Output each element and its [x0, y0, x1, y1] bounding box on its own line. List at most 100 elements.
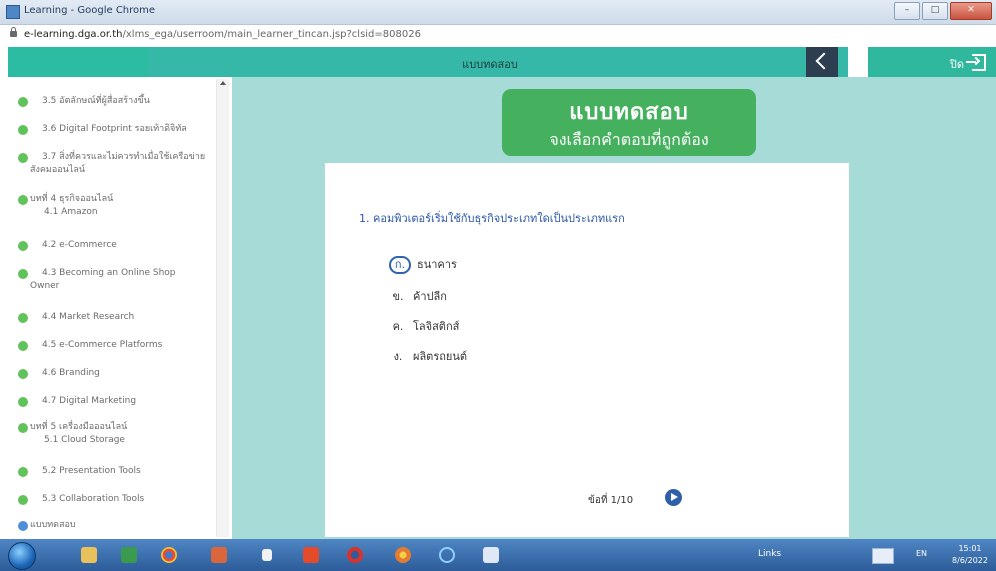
exit-icon	[966, 54, 986, 71]
option-letter: ง.	[393, 350, 403, 363]
office-icon	[303, 547, 319, 563]
window-titlebar: Learning - Google Chrome – □ ✕	[0, 0, 996, 25]
taskbar-explorer[interactable]	[76, 543, 102, 567]
minimize-button[interactable]: –	[894, 2, 920, 20]
chapter-title: บทที่ 4 ธุรกิจออนไลน์	[30, 194, 114, 204]
option-text: ธนาคาร	[417, 258, 457, 271]
close-window-button[interactable]: ✕	[950, 2, 992, 20]
sidebar-item-label: 4.4 Market Research	[42, 312, 135, 322]
internet-explorer-icon	[439, 547, 455, 563]
lesson-sidebar: 3.5 อัตลักษณ์ที่ผู้สื่อสร้างขึ้น 3.6 Dig…	[0, 77, 230, 539]
status-dot	[18, 195, 28, 205]
links-toolbar[interactable]: Links	[758, 549, 781, 559]
taskbar-office[interactable]	[298, 543, 324, 567]
taskbar: Links EN 15:01 8/6/2022	[0, 539, 996, 571]
chrome-app-icon	[6, 5, 20, 19]
header-title: แบบทดสอบ	[462, 58, 518, 71]
sidebar-item-label: 4.3 Becoming an Online Shop Owner	[30, 268, 176, 291]
back-button[interactable]	[806, 47, 838, 77]
clock-time: 15:01	[958, 544, 982, 553]
action-center-icon[interactable]	[872, 548, 894, 564]
answer-option-a[interactable]: ก. ธนาคาร	[389, 255, 457, 274]
option-text: ผลิตรถยนต์	[413, 350, 468, 363]
status-dot	[18, 241, 28, 251]
chrome-icon	[161, 547, 177, 563]
answer-option-c[interactable]: ค. โลจิสติกส์	[389, 317, 460, 335]
option-letter: ค.	[392, 320, 404, 333]
next-question-button[interactable]	[665, 489, 682, 506]
status-dot	[18, 369, 28, 379]
excel-icon	[121, 547, 137, 563]
taskbar-chrome-alt[interactable]	[390, 543, 416, 567]
header-left-panel	[8, 47, 148, 77]
sidebar-item-label: 3.7 สิ่งที่ควรและไม่ควรทำเมื่อใช้เครือข่…	[30, 152, 206, 175]
browser-icon	[395, 547, 411, 563]
taskbar-chrome[interactable]	[156, 543, 182, 567]
sidebar-chapter-label: บทที่ 5 เครื่องมือออนไลน์ 5.1 Cloud Stor…	[30, 421, 200, 447]
option-text: ค้าปลีก	[413, 290, 447, 303]
url-domain: e-learning.dga.or.th	[24, 29, 123, 40]
sidebar-chapter-label: บทที่ 4 ธุรกิจออนไลน์ 4.1 Amazon	[30, 193, 200, 219]
sidebar-item-label: 4.2 e-Commerce	[42, 240, 117, 250]
chapter-first-lesson: 4.1 Amazon	[44, 207, 98, 217]
chapter-first-lesson: 5.1 Cloud Storage	[44, 435, 125, 445]
window-controls: – □ ✕	[894, 2, 992, 20]
option-letter-selected: ก.	[389, 256, 411, 274]
folder-icon	[81, 547, 97, 563]
close-lesson-label: ปิด	[949, 58, 964, 71]
status-dot	[18, 341, 28, 351]
quiz-area: แบบทดสอบ จงเลือกคำตอบที่ถูกต้อง 1. คอมพิ…	[232, 77, 996, 539]
banner-title: แบบทดสอบ	[569, 100, 689, 125]
answer-option-d[interactable]: ง. ผลิตรถยนต์	[389, 347, 467, 365]
option-letter: ข.	[392, 290, 404, 303]
document-icon	[262, 549, 272, 561]
powerpoint-icon	[211, 547, 227, 563]
status-dot	[18, 269, 28, 279]
clock-date: 8/6/2022	[952, 556, 988, 565]
sidebar-item-label: 3.5 อัตลักษณ์ที่ผู้สื่อสร้างขึ้น	[42, 96, 150, 106]
status-dot	[18, 423, 28, 433]
status-dot	[18, 125, 28, 135]
sidebar-item-label: 5.3 Collaboration Tools	[42, 494, 145, 504]
taskbar-word[interactable]	[478, 543, 504, 567]
scroll-up-arrow-icon[interactable]	[220, 81, 226, 85]
banner-subtitle: จงเลือกคำตอบที่ถูกต้อง	[549, 130, 709, 149]
opera-icon	[347, 547, 363, 563]
url-text[interactable]: e-learning.dga.or.th/xlms_ega/userroom/m…	[24, 29, 421, 40]
address-bar[interactable]: e-learning.dga.or.th/xlms_ega/userroom/m…	[0, 25, 996, 48]
sidebar-item-label: 4.7 Digital Marketing	[42, 396, 137, 406]
start-button[interactable]	[8, 542, 36, 570]
status-dot	[18, 153, 28, 163]
sidebar-scrollbar[interactable]	[216, 79, 229, 537]
status-dot	[18, 97, 28, 107]
taskbar-powerpoint[interactable]	[206, 543, 232, 567]
question-text: 1. คอมพิวเตอร์เริ่มใช้กับธุรกิจประเภทใดเ…	[359, 212, 625, 225]
status-dot	[18, 313, 28, 323]
lms-header: แบบทดสอบ ปิด	[0, 47, 996, 77]
close-lesson-button[interactable]: ปิด	[868, 47, 996, 77]
status-dot	[18, 495, 28, 505]
question-card: 1. คอมพิวเตอร์เริ่มใช้กับธุรกิจประเภทใดเ…	[325, 163, 849, 537]
taskbar-app[interactable]	[254, 543, 280, 567]
maximize-button[interactable]: □	[922, 2, 948, 20]
language-indicator[interactable]: EN	[916, 549, 927, 558]
url-path: /xlms_ega/userroom/main_learner_tincan.j…	[122, 29, 421, 40]
answer-option-b[interactable]: ข. ค้าปลีก	[389, 287, 447, 305]
taskbar-excel[interactable]	[116, 543, 142, 567]
option-text: โลจิสติกส์	[413, 320, 460, 333]
status-dot	[18, 467, 28, 477]
word-icon	[483, 547, 499, 563]
status-dot	[18, 397, 28, 407]
taskbar-internet-explorer[interactable]	[434, 543, 460, 567]
quiz-banner: แบบทดสอบ จงเลือกคำตอบที่ถูกต้อง	[502, 89, 756, 156]
system-clock[interactable]: 15:01 8/6/2022	[948, 543, 992, 567]
chapter-title: บทที่ 5 เครื่องมือออนไลน์	[30, 422, 128, 432]
sidebar-item-label: แบบทดสอบ	[30, 520, 76, 530]
lock-icon	[10, 27, 17, 37]
sidebar-item-label: 4.6 Branding	[42, 368, 100, 378]
sidebar-item-label: 5.2 Presentation Tools	[42, 466, 141, 476]
window-title: Learning - Google Chrome	[24, 5, 156, 16]
taskbar-opera[interactable]	[342, 543, 368, 567]
sidebar-item-label: 4.5 e-Commerce Platforms	[42, 340, 163, 350]
sidebar-item-label: 3.6 Digital Footprint รอยเท้าดิจิทัล	[42, 124, 187, 134]
